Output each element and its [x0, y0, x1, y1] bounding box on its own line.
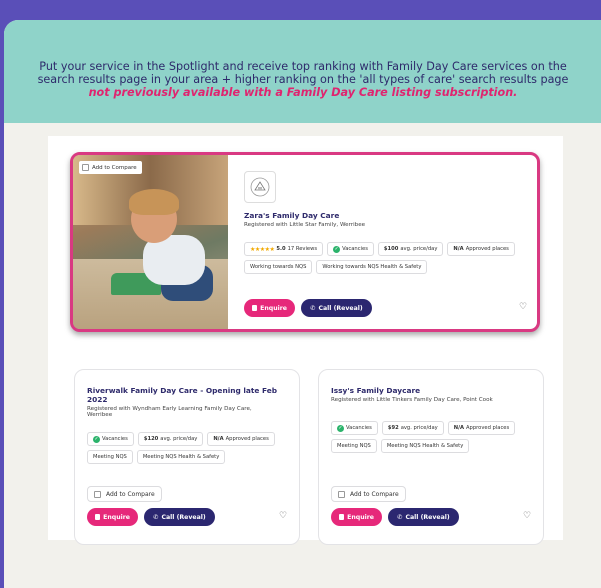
rating-badge: ★★★★★ 5.0 17 Reviews: [244, 242, 324, 256]
vacancies-badge: ✓ Vacancies: [327, 242, 374, 256]
service-location: Werribee: [87, 412, 113, 418]
listing-photo: Add to Compare: [73, 155, 228, 329]
approved-places-badge: N/A Approved places: [447, 421, 516, 435]
service-registration: Registered with Little Tinkers Family Da…: [331, 397, 493, 403]
nqs-badge: Meeting NQS: [331, 439, 377, 453]
service-name[interactable]: Issy's Family Daycare: [331, 386, 536, 395]
check-icon: ✓: [333, 245, 341, 253]
heart-icon[interactable]: ♡: [519, 302, 527, 312]
service-name[interactable]: Zara's Family Day Care: [244, 211, 365, 220]
enquire-icon: [252, 305, 258, 311]
phone-icon: ✆: [397, 513, 403, 521]
add-to-compare[interactable]: Add to Compare: [87, 486, 162, 502]
banner-highlight: not previously available with a Family D…: [88, 86, 518, 99]
banner-text: Put your service in the Spotlight and re…: [28, 60, 578, 99]
vacancies-badge: ✓ Vacancies: [87, 432, 134, 446]
service-logo: [244, 171, 276, 203]
featured-listing-card[interactable]: Add to Compare Zara's Family Day Care Re…: [70, 152, 540, 332]
checkbox-icon[interactable]: [82, 164, 89, 171]
enquire-button[interactable]: Enquire: [244, 299, 295, 317]
enquire-icon: [95, 514, 101, 520]
check-icon: ✓: [337, 424, 344, 432]
enquire-button[interactable]: Enquire: [87, 508, 138, 526]
add-to-compare-label: Add to Compare: [92, 164, 137, 171]
approved-places-badge: N/A Approved places: [447, 242, 515, 256]
approved-places-badge: N/A Approved places: [207, 432, 275, 446]
phone-icon: ✆: [310, 304, 316, 312]
phone-icon: ✆: [153, 513, 159, 521]
featured-add-to-compare[interactable]: Add to Compare: [79, 161, 142, 174]
enquire-button[interactable]: Enquire: [331, 508, 382, 526]
spotlight-banner: Put your service in the Spotlight and re…: [4, 20, 601, 123]
call-reveal-button[interactable]: ✆ Call (Reveal): [144, 508, 215, 526]
nqs-health-badge: Meeting NQS Health & Safety: [380, 439, 470, 453]
nqs-badge: Meeting NQS: [87, 450, 133, 464]
service-registration: Registered with Little Star Family, Werr…: [244, 222, 366, 228]
search-results-panel: Add to Compare Zara's Family Day Care Re…: [48, 136, 563, 545]
checkbox-icon[interactable]: [94, 490, 101, 498]
add-to-compare[interactable]: Add to Compare: [331, 486, 406, 502]
price-badge: $92 avg. price/day: [381, 421, 444, 435]
promo-frame: Put your service in the Spotlight and re…: [4, 20, 601, 588]
logo-icon: [250, 177, 270, 197]
price-badge: $120 avg. price/day: [137, 432, 204, 446]
star-icon: ★★★★★: [250, 245, 275, 253]
service-name[interactable]: Riverwalk Family Day Care - Opening late…: [87, 386, 292, 404]
nqs-health-badge: Working towards NQS Health & Safety: [316, 260, 428, 274]
heart-icon[interactable]: ♡: [523, 511, 531, 521]
listing-card[interactable]: Riverwalk Family Day Care - Opening late…: [74, 369, 300, 545]
check-icon: ✓: [93, 435, 100, 443]
enquire-icon: [339, 514, 345, 520]
banner-line-1: Put your service in the Spotlight and re…: [39, 60, 567, 73]
nqs-badge: Working towards NQS: [244, 260, 313, 274]
listing-card[interactable]: Issy's Family Daycare Registered with Li…: [318, 369, 544, 545]
call-reveal-button[interactable]: ✆ Call (Reveal): [301, 299, 372, 317]
checkbox-icon[interactable]: [338, 490, 345, 498]
nqs-health-badge: Meeting NQS Health & Safety: [136, 450, 226, 464]
price-badge: $100 avg. price/day: [377, 242, 444, 256]
call-reveal-button[interactable]: ✆ Call (Reveal): [388, 508, 459, 526]
banner-line-2: search results page in your area + highe…: [37, 73, 569, 86]
vacancies-badge: ✓ Vacancies: [331, 421, 378, 435]
heart-icon[interactable]: ♡: [279, 511, 287, 521]
